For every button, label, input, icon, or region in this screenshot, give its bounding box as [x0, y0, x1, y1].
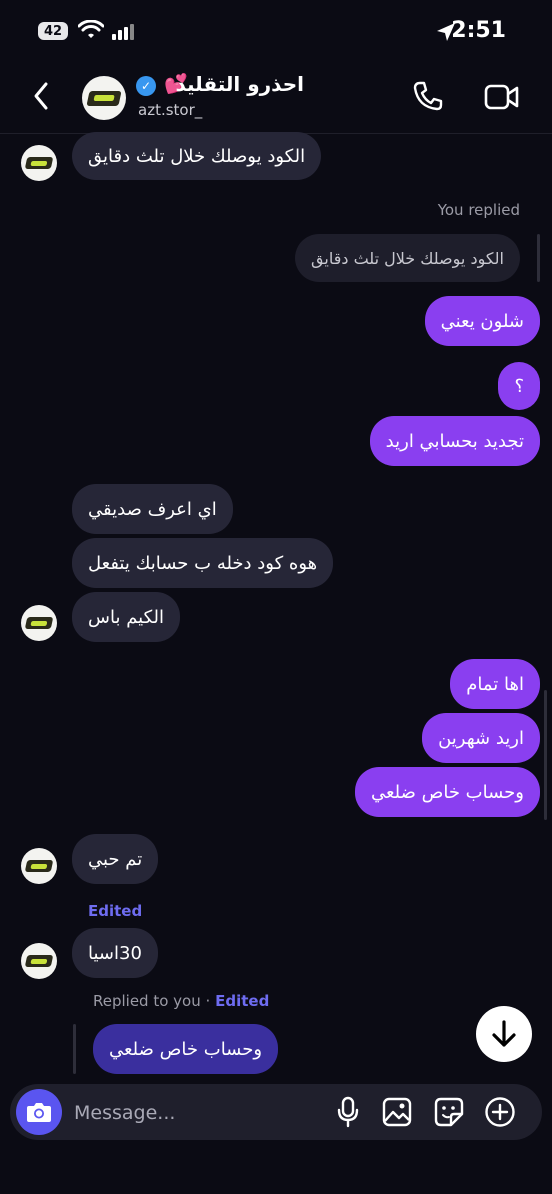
- microphone-button[interactable]: [331, 1095, 365, 1129]
- sender-avatar[interactable]: [21, 605, 57, 641]
- message-outgoing[interactable]: اها تمام: [450, 659, 540, 709]
- sender-avatar[interactable]: [21, 848, 57, 884]
- message-incoming[interactable]: اي اعرف صديقي: [72, 484, 233, 534]
- contact-username[interactable]: azt.stor_: [138, 101, 202, 119]
- message-incoming[interactable]: هوه كود دخله ب حسابك يتفعل: [72, 538, 334, 588]
- gallery-button[interactable]: [380, 1095, 414, 1129]
- battery-indicator: 42: [38, 22, 68, 40]
- reply-indicator-line: [537, 234, 540, 282]
- message-outgoing[interactable]: شلون يعني: [424, 296, 540, 346]
- header-avatar[interactable]: [82, 76, 126, 120]
- verified-badge-icon: ✓: [136, 76, 156, 96]
- you-replied-label: You replied: [437, 201, 520, 219]
- call-button[interactable]: [412, 80, 444, 116]
- sender-avatar[interactable]: [21, 145, 57, 181]
- video-call-button[interactable]: [484, 82, 520, 116]
- sender-avatar[interactable]: [21, 943, 57, 979]
- sticker-button[interactable]: [432, 1095, 466, 1129]
- arrow-down-icon: [492, 1020, 516, 1047]
- wifi-icon: [77, 19, 105, 44]
- scrollbar[interactable]: [544, 690, 547, 820]
- message-input[interactable]: [72, 1096, 316, 1130]
- signal-icon: [112, 24, 136, 44]
- replied-to-you-label: Replied to you: [93, 992, 201, 1010]
- add-button[interactable]: [483, 1095, 517, 1129]
- scroll-down-button[interactable]: [476, 1006, 532, 1062]
- message-outgoing[interactable]: تجديد بحسابي اريد: [369, 416, 540, 466]
- contact-name[interactable]: احذرو التقليد: [175, 72, 304, 96]
- back-button[interactable]: [30, 80, 52, 116]
- reply-quoted-message[interactable]: وحساب خاص ضلعي: [93, 1024, 279, 1074]
- camera-button[interactable]: [16, 1089, 62, 1135]
- message-outgoing[interactable]: اريد شهرين: [422, 713, 540, 763]
- message-incoming[interactable]: الكود يوصلك خلال تلث دقايق: [72, 132, 322, 180]
- edited-label: Edited: [88, 902, 143, 920]
- camera-icon: [27, 1103, 51, 1122]
- message-outgoing[interactable]: وحساب خاص ضلعي: [354, 767, 540, 817]
- reply-indicator-line: [73, 1024, 76, 1074]
- separator-dot: ·: [205, 992, 211, 1010]
- message-incoming[interactable]: الكيم باس: [72, 592, 181, 642]
- message-incoming[interactable]: تم حبي: [72, 834, 159, 884]
- status-time: 2:51: [451, 18, 506, 43]
- edited-label: Edited: [215, 992, 270, 1010]
- message-incoming[interactable]: 30اسيا: [72, 928, 158, 978]
- quoted-message[interactable]: الكود يوصلك خلال تلث دقايق: [295, 234, 520, 282]
- reply-meta: Replied to you · Edited: [93, 992, 269, 1010]
- message-outgoing[interactable]: ؟: [498, 362, 540, 410]
